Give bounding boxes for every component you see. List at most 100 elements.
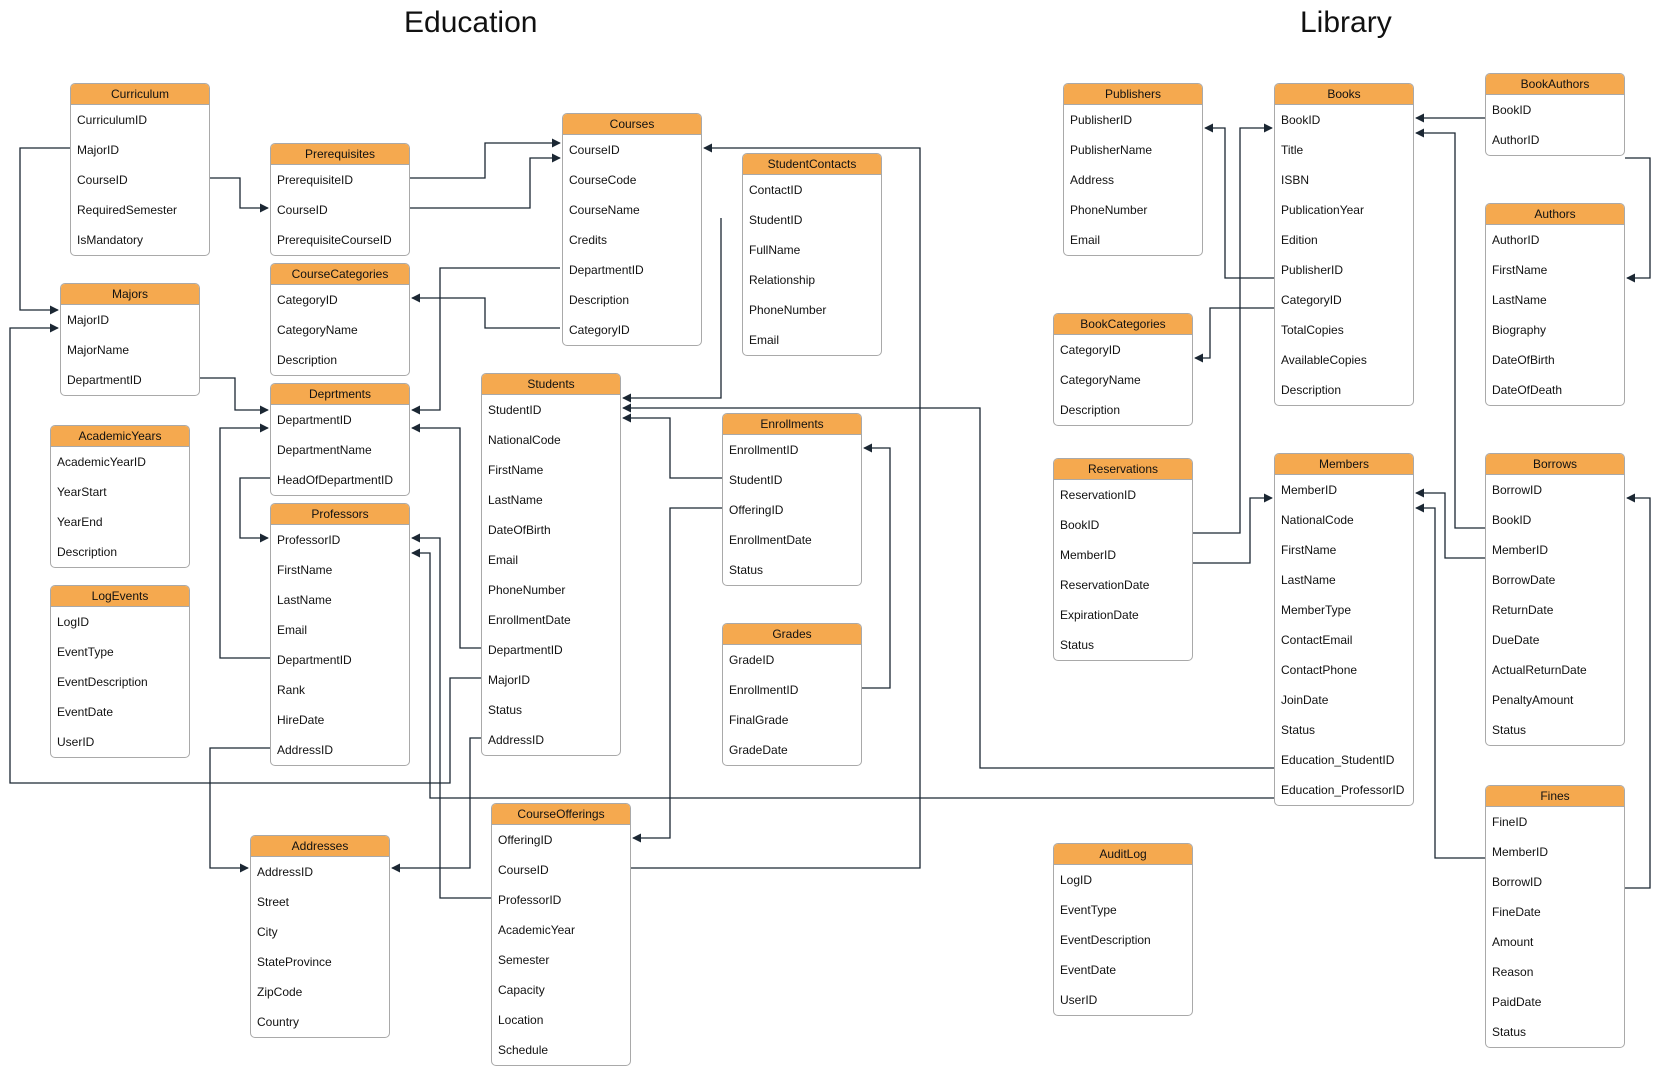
table-field[interactable]: StudentID [723,465,861,495]
table-field[interactable]: BorrowDate [1486,565,1624,595]
table-field[interactable]: DepartmentID [271,405,409,435]
table-field[interactable]: Email [743,325,881,355]
table-field[interactable]: DepartmentName [271,435,409,465]
table-field[interactable]: CategoryID [563,315,701,345]
table-field[interactable]: Street [251,887,389,917]
table-field[interactable]: PaidDate [1486,987,1624,1017]
table-book-categories[interactable]: BookCategories CategoryID CategoryName Desc… [1053,313,1193,426]
table-field[interactable]: Rank [271,675,409,705]
table-field[interactable]: CategoryName [1054,365,1192,395]
table-departments[interactable]: Deprtments DepartmentID DepartmentName Head… [270,383,410,496]
table-field[interactable]: PhoneNumber [743,295,881,325]
table-field[interactable]: UserID [1054,985,1192,1015]
table-student-contacts[interactable]: StudentContacts ContactID StudentID FullNam… [742,153,882,356]
table-field[interactable]: Semester [492,945,630,975]
table-field[interactable]: MajorID [61,305,199,335]
table-field[interactable]: PhoneNumber [1064,195,1202,225]
table-field[interactable]: ActualReturnDate [1486,655,1624,685]
table-field[interactable]: Status [1054,630,1192,660]
table-field[interactable]: MajorID [71,135,209,165]
table-field[interactable]: LogID [51,607,189,637]
table-field[interactable]: LastName [1486,285,1624,315]
table-courses[interactable]: Courses CourseID CourseCode CourseName Credi… [562,113,702,346]
table-field[interactable]: PublisherID [1275,255,1413,285]
table-field[interactable]: BookID [1486,95,1624,125]
table-grades[interactable]: Grades GradeID EnrollmentID FinalGrade Grade… [722,623,862,766]
table-field[interactable]: AcademicYearID [51,447,189,477]
table-field[interactable]: PublicationYear [1275,195,1413,225]
table-field[interactable]: Location [492,1005,630,1035]
table-field[interactable]: EnrollmentDate [482,605,620,635]
table-field[interactable]: BookID [1054,510,1192,540]
table-field[interactable]: BookID [1275,105,1413,135]
table-field[interactable]: Amount [1486,927,1624,957]
table-field[interactable]: EventType [1054,895,1192,925]
table-curriculum[interactable]: Curriculum CurriculumID MajorID CourseID Req… [70,83,210,256]
table-field[interactable]: Status [482,695,620,725]
table-field[interactable]: FirstName [271,555,409,585]
table-field[interactable]: AvailableCopies [1275,345,1413,375]
table-field[interactable]: MemberID [1275,475,1413,505]
table-field[interactable]: Description [51,537,189,567]
table-field[interactable]: MemberID [1486,535,1624,565]
table-field[interactable]: Country [251,1007,389,1037]
table-students[interactable]: Students StudentID NationalCode FirstName La… [481,373,621,756]
table-field[interactable]: HireDate [271,705,409,735]
table-field[interactable]: MemberID [1054,540,1192,570]
table-field[interactable]: Title [1275,135,1413,165]
table-field[interactable]: EventDescription [1054,925,1192,955]
table-field[interactable]: PrerequisiteCourseID [271,225,409,255]
table-field[interactable]: City [251,917,389,947]
table-field[interactable]: ReservationDate [1054,570,1192,600]
table-field[interactable]: CourseName [563,195,701,225]
table-field[interactable]: LastName [482,485,620,515]
table-field[interactable]: OfferingID [492,825,630,855]
table-field[interactable]: BorrowID [1486,867,1624,897]
table-field[interactable]: ReturnDate [1486,595,1624,625]
table-field[interactable]: AddressID [271,735,409,765]
table-field[interactable]: Biography [1486,315,1624,345]
table-field[interactable]: Status [1486,715,1624,745]
table-field[interactable]: MemberType [1275,595,1413,625]
table-field[interactable]: EventType [51,637,189,667]
table-borrows[interactable]: Borrows BorrowID BookID MemberID BorrowDate R… [1485,453,1625,746]
table-field[interactable]: Credits [563,225,701,255]
table-field[interactable]: Email [271,615,409,645]
table-field[interactable]: Relationship [743,265,881,295]
table-field[interactable]: FineID [1486,807,1624,837]
table-field[interactable]: ProfessorID [492,885,630,915]
table-book-authors[interactable]: BookAuthors BookID AuthorID [1485,73,1625,156]
table-members[interactable]: Members MemberID NationalCode FirstName Last… [1274,453,1414,806]
table-field[interactable]: Description [563,285,701,315]
table-field[interactable]: DateOfDeath [1486,375,1624,405]
table-field[interactable]: TotalCopies [1275,315,1413,345]
table-authors[interactable]: Authors AuthorID FirstName LastName Biograph… [1485,203,1625,406]
table-field[interactable]: AuthorID [1486,225,1624,255]
table-field[interactable]: StudentID [743,205,881,235]
table-field[interactable]: FineDate [1486,897,1624,927]
table-reservations[interactable]: Reservations ReservationID BookID MemberID R… [1053,458,1193,661]
table-field[interactable]: LogID [1054,865,1192,895]
table-field[interactable]: DepartmentID [482,635,620,665]
table-field[interactable]: ExpirationDate [1054,600,1192,630]
table-field[interactable]: Status [1486,1017,1624,1047]
table-field[interactable]: IsMandatory [71,225,209,255]
table-field[interactable]: CourseID [563,135,701,165]
table-field[interactable]: Education_StudentID [1275,745,1413,775]
table-course-offerings[interactable]: CourseOfferings OfferingID CourseID Profess… [491,803,631,1066]
table-field[interactable]: UserID [51,727,189,757]
table-field[interactable]: ContactID [743,175,881,205]
table-field[interactable]: FinalGrade [723,705,861,735]
table-field[interactable]: MajorName [61,335,199,365]
table-field[interactable]: EnrollmentDate [723,525,861,555]
table-field[interactable]: ContactPhone [1275,655,1413,685]
table-field[interactable]: Email [482,545,620,575]
table-field[interactable]: DepartmentID [563,255,701,285]
table-academic-years[interactable]: AcademicYears AcademicYearID YearStart Year… [50,425,190,568]
table-field[interactable]: PhoneNumber [482,575,620,605]
table-field[interactable]: DepartmentID [271,645,409,675]
table-field[interactable]: ReservationID [1054,480,1192,510]
table-field[interactable]: Capacity [492,975,630,1005]
table-field[interactable]: AcademicYear [492,915,630,945]
table-field[interactable]: DueDate [1486,625,1624,655]
